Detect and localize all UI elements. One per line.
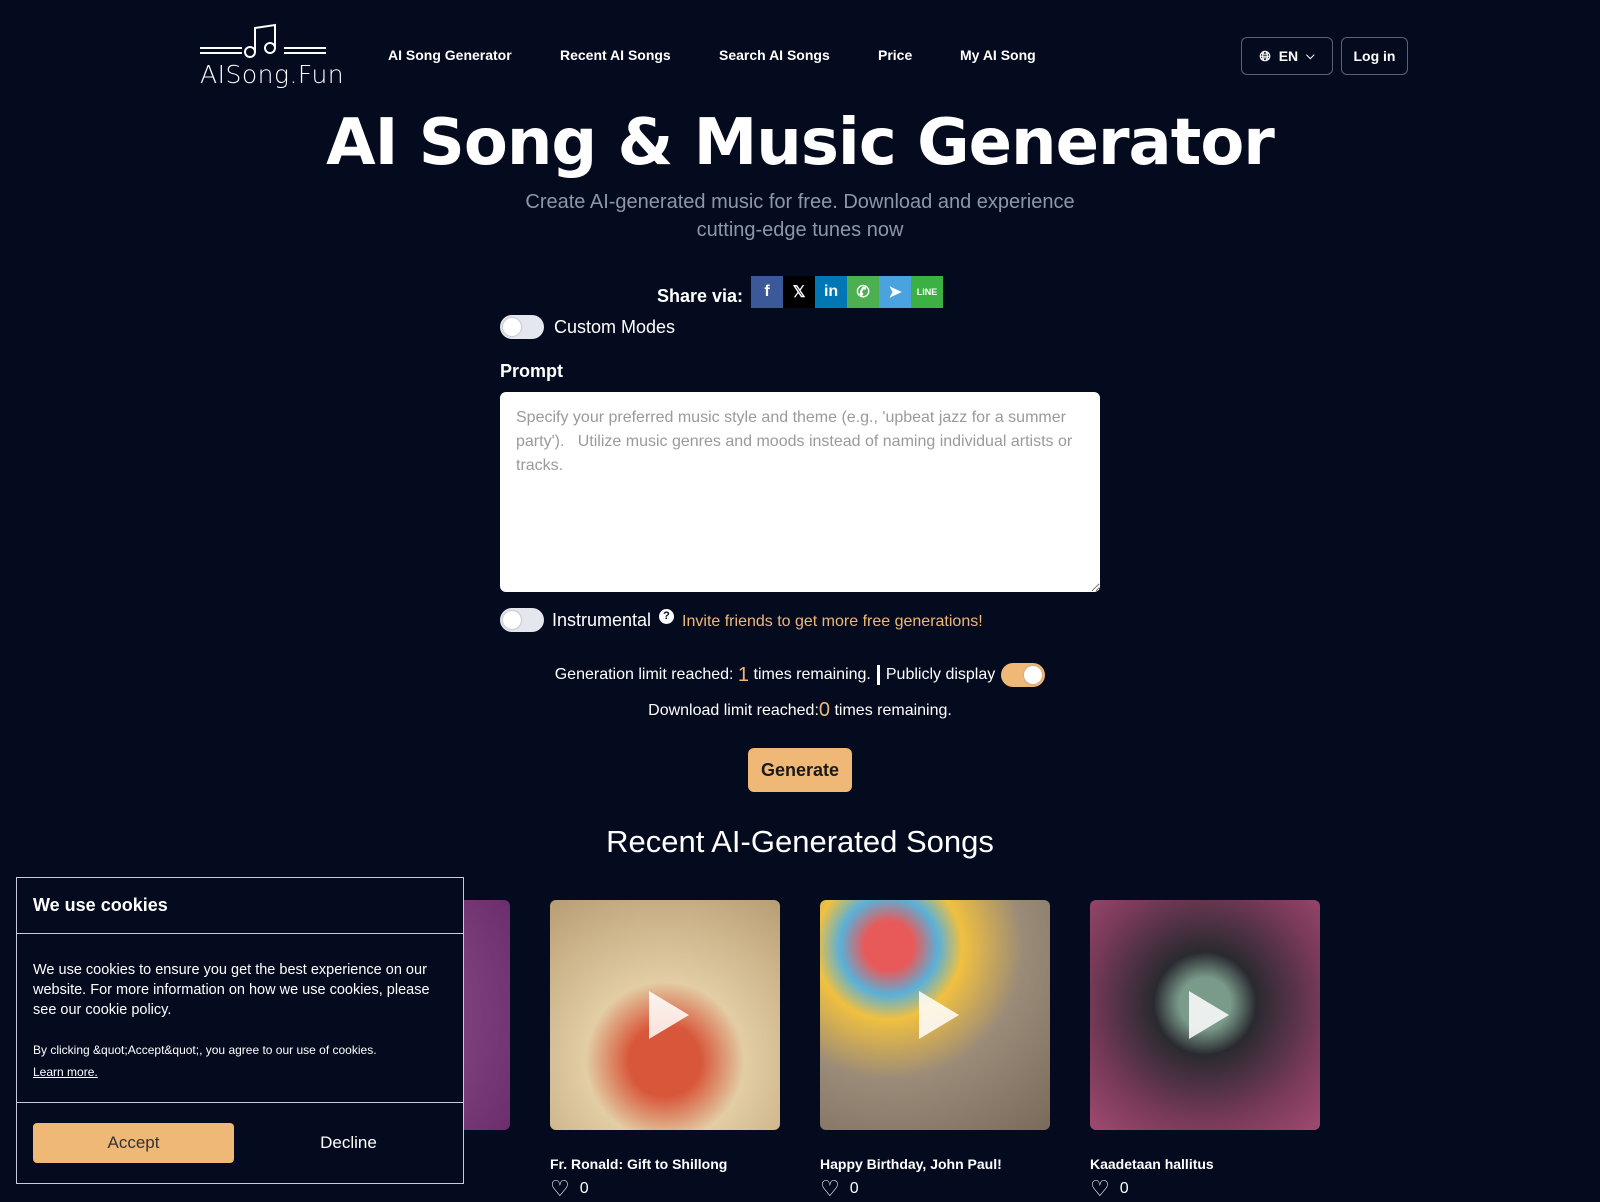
cookie-agree: By clicking &quot;Accept&quot;, you agre… <box>33 1043 377 1057</box>
whatsapp-icon[interactable]: ✆ <box>847 276 880 308</box>
divider <box>876 665 880 685</box>
dl-remaining: 0 <box>818 699 831 721</box>
music-note-icon <box>200 23 326 58</box>
line-icon[interactable]: LINE <box>911 276 944 308</box>
song-cover[interactable] <box>1090 900 1320 1130</box>
nav-price[interactable]: Price <box>878 47 912 63</box>
learn-more-link[interactable]: Learn more. <box>33 1062 447 1082</box>
decline-button[interactable]: Decline <box>250 1133 447 1153</box>
like-count: 0 <box>1119 1180 1129 1197</box>
heart-icon[interactable]: ♡ <box>1090 1176 1110 1202</box>
cookie-title: We use cookies <box>17 878 463 934</box>
nav-ai-song-generator[interactable]: AI Song Generator <box>388 47 512 63</box>
song-card[interactable]: Fr. Ronald: Gift to Shillong ♡ 0 <box>550 900 780 1202</box>
song-title[interactable]: Kaadetaan hallitus <box>1090 1156 1320 1172</box>
instrumental-toggle[interactable] <box>500 608 544 632</box>
telegram-icon[interactable]: ➤ <box>879 276 912 308</box>
like-count: 0 <box>849 1180 859 1197</box>
play-icon[interactable] <box>649 991 689 1039</box>
language-label: EN <box>1278 48 1299 64</box>
prompt-input[interactable] <box>500 392 1100 592</box>
logo-text: AISong.Fun <box>200 60 345 89</box>
chevron-down-icon: ⌵ <box>1306 49 1315 62</box>
song-card[interactable]: Kaadetaan hallitus ♡ 0 <box>1090 900 1320 1202</box>
gen-limit-suffix: times remaining. <box>749 666 871 683</box>
login-button[interactable]: Log in <box>1341 37 1408 75</box>
nav-my-ai-song[interactable]: My AI Song <box>960 47 1036 63</box>
invite-link[interactable]: Invite friends to get more free generati… <box>682 613 983 631</box>
generate-button[interactable]: Generate <box>748 748 852 792</box>
song-card[interactable]: Happy Birthday, John Paul! ♡ 0 <box>820 900 1050 1202</box>
help-icon[interactable]: ? <box>659 608 675 624</box>
share-bar: Share via: f 𝕏 in ✆ ➤ LINE <box>657 276 944 308</box>
page-title: AI Song & Music Generator <box>326 106 1275 180</box>
cookie-body: We use cookies to ensure you get the bes… <box>33 962 430 1018</box>
language-select[interactable]: 🌐︎ EN ⌵ <box>1241 37 1333 75</box>
public-display-label: Publicly display <box>885 666 996 683</box>
recent-songs-heading: Recent AI-Generated Songs <box>606 824 994 859</box>
nav-recent-ai-songs[interactable]: Recent AI Songs <box>560 47 671 63</box>
accept-button[interactable]: Accept <box>33 1123 234 1163</box>
dl-limit-suffix: times remaining. <box>830 701 952 719</box>
share-label: Share via: <box>657 285 744 306</box>
play-icon[interactable] <box>1189 991 1229 1039</box>
custom-modes-label: Custom Modes <box>554 316 676 337</box>
cookie-dialog: We use cookies We use cookies to ensure … <box>16 877 464 1184</box>
heart-icon[interactable]: ♡ <box>820 1176 840 1202</box>
gen-remaining: 1 <box>737 663 750 686</box>
public-display-toggle[interactable] <box>1001 663 1046 687</box>
gen-limit-prefix: Generation limit reached: <box>554 666 738 683</box>
prompt-label: Prompt <box>500 361 563 381</box>
facebook-icon[interactable]: f <box>751 276 784 308</box>
globe-icon: 🌐︎ <box>1259 47 1271 64</box>
like-count: 0 <box>579 1180 589 1197</box>
nav-search-ai-songs[interactable]: Search AI Songs <box>719 47 830 63</box>
logo[interactable]: AISong.Fun <box>200 22 344 90</box>
linkedin-icon[interactable]: in <box>815 276 848 308</box>
song-title[interactable]: Fr. Ronald: Gift to Shillong <box>550 1156 780 1172</box>
subtitle: Create AI-generated music for free. Down… <box>525 191 1075 241</box>
heart-icon[interactable]: ♡ <box>550 1176 570 1202</box>
instrumental-label: Instrumental <box>552 609 652 630</box>
song-cover[interactable] <box>550 900 780 1130</box>
dl-limit-prefix: Download limit reached: <box>648 701 819 719</box>
x-icon[interactable]: 𝕏 <box>783 276 816 308</box>
song-title[interactable]: Happy Birthday, John Paul! <box>820 1156 1050 1172</box>
song-cover[interactable] <box>820 900 1050 1130</box>
play-icon[interactable] <box>919 991 959 1039</box>
custom-modes-toggle[interactable] <box>500 315 544 339</box>
